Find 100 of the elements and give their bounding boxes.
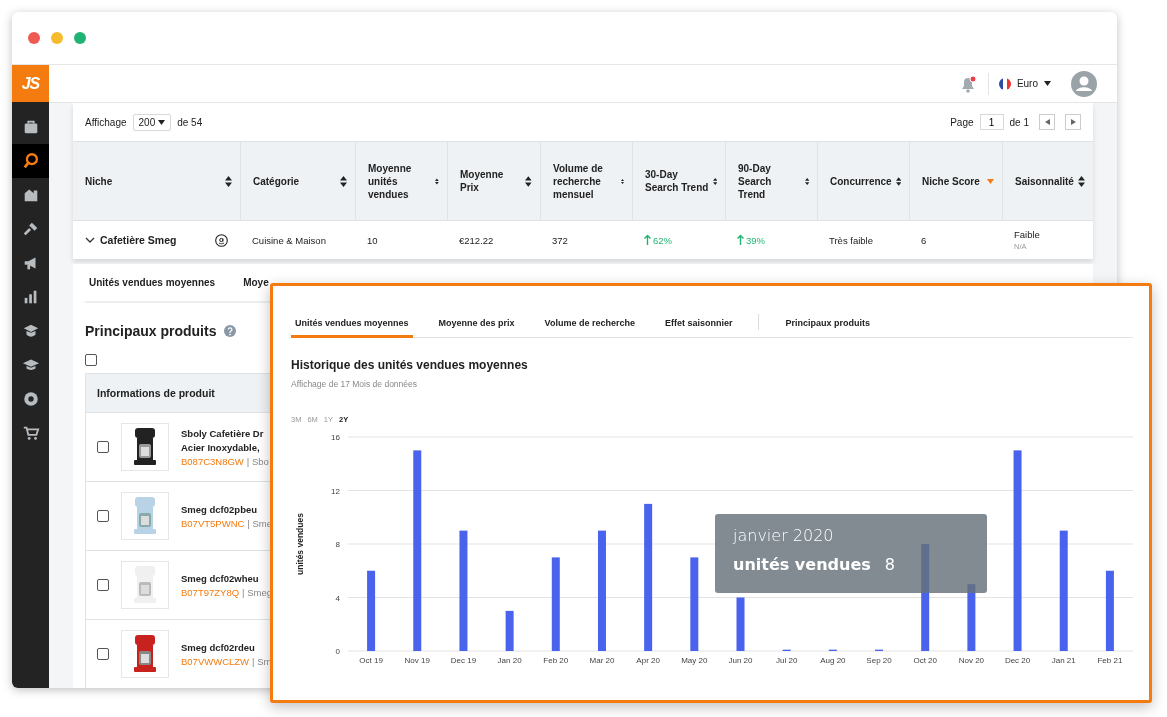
bar[interactable] xyxy=(505,610,514,651)
maximize-button[interactable] xyxy=(74,32,86,44)
y-tick-label: 12 xyxy=(331,486,340,496)
aperture-icon xyxy=(21,390,40,408)
table-cell-text: 372 xyxy=(551,233,569,248)
x-tick-label: Feb 20 xyxy=(543,656,569,665)
column-header[interactable]: Saisonnalité xyxy=(1002,142,1093,220)
triangle-left-icon xyxy=(1044,119,1050,125)
tooltip-value: 8 xyxy=(884,555,895,574)
table-cell-text: Très faible xyxy=(828,233,874,248)
page-label: Page xyxy=(950,116,974,128)
column-header[interactable]: Catégorie xyxy=(240,142,355,220)
x-tick-label: Aug 20 xyxy=(820,656,846,665)
bar[interactable] xyxy=(551,557,560,651)
product-name[interactable]: Sboly Cafetière Dr xyxy=(181,427,269,439)
flag-icon xyxy=(998,77,1011,90)
x-tick-label: Nov 20 xyxy=(958,656,985,665)
caret-icon xyxy=(1044,81,1051,86)
x-tick-label: Oct 19 xyxy=(359,656,383,665)
x-tick-label: Feb 21 xyxy=(1097,656,1123,665)
bar[interactable] xyxy=(459,530,468,651)
y-tick-label: 8 xyxy=(335,540,340,549)
search-icon xyxy=(21,152,40,170)
column-header[interactable]: Niche xyxy=(73,142,240,220)
product-name[interactable]: Smeg dcf02wheu xyxy=(181,572,273,584)
bar[interactable] xyxy=(644,503,653,651)
bar[interactable] xyxy=(1105,570,1114,651)
column-header[interactable]: 90-Day Search Trend xyxy=(725,142,817,220)
total-count: de 54 xyxy=(177,116,203,128)
bar[interactable] xyxy=(1059,530,1068,651)
bar[interactable] xyxy=(413,450,422,651)
bar[interactable] xyxy=(597,530,606,651)
amazon-icon[interactable] xyxy=(215,233,228,247)
tooltip-label: unités vendues xyxy=(733,555,871,574)
tab[interactable]: Unités vendues moyennes xyxy=(89,277,216,288)
y-tick-label: 16 xyxy=(331,433,340,442)
triangle-right-icon xyxy=(1070,119,1076,125)
page-size-label: Affichage xyxy=(85,116,127,128)
page-total: de 1 xyxy=(1009,116,1029,128)
x-tick-label: Jun 20 xyxy=(728,656,753,665)
checkbox[interactable] xyxy=(97,648,109,660)
page-input[interactable]: 1 xyxy=(979,114,1004,130)
page-size-dropdown[interactable]: 200 xyxy=(132,113,172,131)
y-tick-label: 4 xyxy=(335,593,340,603)
x-tick-label: Sep 20 xyxy=(866,656,892,665)
x-tick-label: Jan 21 xyxy=(1051,656,1076,665)
section-title: Principaux produits xyxy=(85,323,217,339)
table-cell-text: 10 xyxy=(366,233,379,248)
bar[interactable] xyxy=(736,597,745,651)
next-page-button[interactable] xyxy=(1065,114,1081,130)
product-name[interactable]: Smeg dcf02rdeu xyxy=(181,641,272,653)
column-header[interactable]: Concurrence xyxy=(817,142,909,220)
x-tick-label: Jul 20 xyxy=(776,656,798,665)
tab[interactable]: Effet saisonnier xyxy=(660,318,737,338)
tab[interactable]: Moye xyxy=(243,277,269,288)
column-header[interactable]: Moyenne unités vendues xyxy=(355,142,447,220)
x-tick-label: Apr 20 xyxy=(636,656,660,665)
checkbox[interactable] xyxy=(97,441,109,453)
x-tick-label: Mar 20 xyxy=(589,656,615,665)
avatar-icon[interactable] xyxy=(1071,70,1097,97)
select-all-checkbox[interactable] xyxy=(85,354,97,366)
trend-value: 62% xyxy=(653,234,672,246)
x-tick-label: May 20 xyxy=(681,656,708,665)
previous-page-button[interactable] xyxy=(1039,114,1055,130)
tab[interactable]: Moyenne des prix xyxy=(434,318,519,338)
hammer-icon xyxy=(21,220,40,238)
bar[interactable] xyxy=(690,557,699,651)
column-header[interactable]: Moyenne Prix xyxy=(447,142,540,220)
trend-value: 39% xyxy=(746,234,765,246)
tab[interactable]: Volume de recherche xyxy=(540,318,639,338)
checkbox[interactable] xyxy=(97,510,109,522)
chart-subtitle: Affichage de 17 Mois de données xyxy=(291,379,419,389)
sidebar-item[interactable] xyxy=(12,144,49,178)
bar[interactable] xyxy=(1013,450,1022,651)
niche-name[interactable]: Cafetière Smeg xyxy=(100,234,177,246)
close-button[interactable] xyxy=(28,32,40,44)
y-axis-label: unités vendues xyxy=(295,513,305,575)
column-header[interactable]: Niche Score xyxy=(909,142,1002,220)
table-cell-text: €212.22 xyxy=(458,233,495,248)
x-tick-label: Nov 19 xyxy=(404,656,430,665)
chart-title: Historique des unités vendues moyennes xyxy=(291,358,529,372)
table-cell-text: Cuisine & Maison xyxy=(251,233,327,248)
column-header[interactable]: Volume de recherche mensuel xyxy=(540,142,632,220)
product-name[interactable]: Acier Inoxydable, xyxy=(181,441,269,453)
x-tick-label: Dec 20 xyxy=(1004,656,1031,665)
caret-icon xyxy=(158,119,166,125)
y-tick-label: 0 xyxy=(335,647,340,656)
column-header[interactable]: 30-Day Search Trend xyxy=(632,142,725,220)
tab[interactable]: Unités vendues moyennes xyxy=(291,318,413,338)
x-tick-label: Dec 19 xyxy=(450,656,477,665)
help-icon[interactable] xyxy=(224,325,237,337)
tab[interactable]: Principaux produits xyxy=(781,318,874,338)
currency-dropdown[interactable]: Euro xyxy=(998,77,1051,90)
checkbox[interactable] xyxy=(97,579,109,591)
chevron-down-icon[interactable] xyxy=(85,237,95,243)
table-cell-text: 6 xyxy=(920,233,928,248)
product-name[interactable]: Smeg dcf02pbeu xyxy=(181,503,272,515)
bar[interactable] xyxy=(367,570,376,651)
cart-icon xyxy=(21,424,40,442)
brand-name: | Sbo xyxy=(246,455,269,467)
